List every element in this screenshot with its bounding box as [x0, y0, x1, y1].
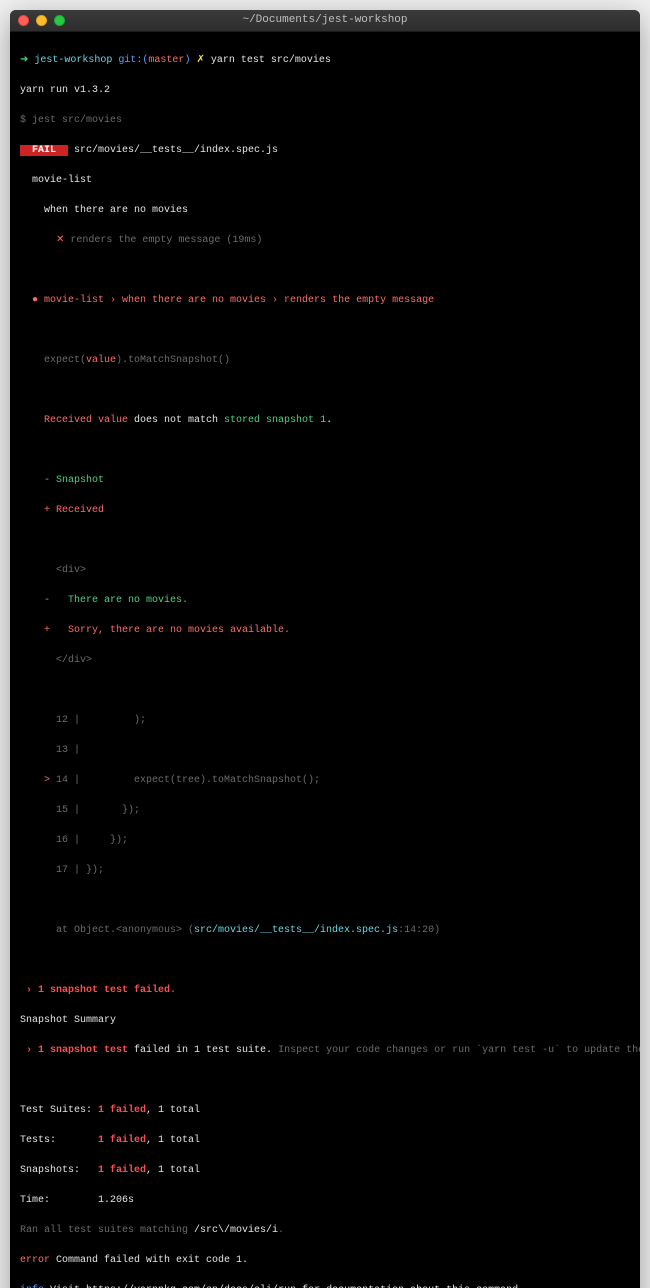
ssb: failed in 1 test suite. — [128, 1045, 278, 1056]
tb: 1 failed — [98, 1135, 146, 1146]
bullet-icon: ● — [20, 295, 44, 306]
titlebar[interactable]: ~/Documents/jest-workshop — [10, 10, 640, 32]
info-line: info Visit https://yarnpkg.com/en/docs/c… — [20, 1283, 630, 1288]
div-open: <div> — [20, 563, 630, 578]
ssc: Inspect your code changes or run `yarn t… — [278, 1045, 640, 1056]
actual-line: + Sorry, there are no movies available. — [20, 623, 630, 638]
sa: Test Suites: — [20, 1105, 98, 1116]
fail-path: src/movies/__tests__/index.spec.js — [68, 145, 278, 156]
received-label: + Received — [20, 503, 630, 518]
snb: 1 failed — [98, 1165, 146, 1176]
code-15: 15 | }); — [20, 803, 630, 818]
recv1: Received value — [20, 415, 128, 426]
blank — [20, 533, 630, 548]
tmb: 1.206s — [98, 1195, 134, 1206]
tma: Time: — [20, 1195, 98, 1206]
blank — [20, 1073, 630, 1088]
terminal-body[interactable]: ➜ jest-workshop git:(master) ✗ yarn test… — [10, 32, 640, 1288]
terminal-window: ~/Documents/jest-workshop ➜ jest-worksho… — [10, 10, 640, 1288]
fail-badge: FAIL — [20, 145, 68, 156]
info-c: https://yarnpkg.com/en/docs/cli/run — [86, 1285, 296, 1288]
failure-header: ● movie-list › when there are no movies … — [20, 293, 630, 308]
git-branch: master — [148, 55, 184, 66]
blank — [20, 383, 630, 398]
snapshot-label: - Snapshot — [20, 473, 630, 488]
code-12: 12 | ); — [20, 713, 630, 728]
ta: Tests: — [20, 1135, 98, 1146]
suite-name: movie-list — [20, 173, 630, 188]
blank — [20, 323, 630, 338]
err-b: Command failed with exit code 1. — [50, 1255, 248, 1266]
expect-1b: value — [86, 355, 116, 366]
sna: Snapshots: — [20, 1165, 98, 1176]
blank — [20, 893, 630, 908]
minimize-icon[interactable] — [36, 15, 47, 26]
err-a: error — [20, 1255, 50, 1266]
blank — [20, 683, 630, 698]
sc: , 1 total — [146, 1105, 200, 1116]
r1: Ran all test suites matching — [20, 1225, 194, 1236]
sb: 1 failed — [98, 1105, 146, 1116]
close-icon[interactable] — [18, 15, 29, 26]
r3: . — [278, 1225, 284, 1236]
div-close: </div> — [20, 653, 630, 668]
failure-path: movie-list › when there are no movies › … — [44, 295, 434, 306]
snc: , 1 total — [146, 1165, 200, 1176]
jest-cmd: $ jest src/movies — [20, 113, 630, 128]
info-b: Visit — [44, 1285, 86, 1288]
info-d: for documentation about this command. — [296, 1285, 524, 1288]
tests: Tests: 1 failed, 1 total — [20, 1133, 630, 1148]
yarn-run: yarn run v1.3.2 — [20, 83, 630, 98]
tc: , 1 total — [146, 1135, 200, 1146]
test-line: ✕ renders the empty message (19ms) — [20, 233, 630, 248]
code-16: 16 | }); — [20, 833, 630, 848]
snap-summary: Snapshot Summary — [20, 1013, 630, 1028]
received-msg: Received value does not match stored sna… — [20, 413, 630, 428]
describe-name: when there are no movies — [20, 203, 630, 218]
error-line: error Command failed with exit code 1. — [20, 1253, 630, 1268]
code-13: 13 | — [20, 743, 630, 758]
test-name: renders the empty message (19ms) — [70, 235, 262, 246]
recv2: does not match — [128, 415, 224, 426]
snap-summary-detail: › 1 snapshot test failed in 1 test suite… — [20, 1043, 630, 1058]
time: Time: 1.206s — [20, 1193, 630, 1208]
r2: /src\/movies/i — [194, 1225, 278, 1236]
arrow-icon: ➜ — [20, 55, 34, 66]
code-17: 17 | }); — [20, 863, 630, 878]
test-suites: Test Suites: 1 failed, 1 total — [20, 1103, 630, 1118]
at2: src/movies/__tests__/index.spec.js — [194, 925, 398, 936]
expected-line: - There are no movies. — [20, 593, 630, 608]
zoom-icon[interactable] — [54, 15, 65, 26]
dirty-icon: ✗ — [190, 55, 210, 66]
code-14b: 14 | expect(tree).toMatchSnapshot(); — [56, 775, 320, 786]
expect-1a: expect( — [20, 355, 86, 366]
expect-line: expect(value).toMatchSnapshot() — [20, 353, 630, 368]
code-14: > 14 | expect(tree).toMatchSnapshot(); — [20, 773, 630, 788]
code-14-arrow: > — [20, 775, 56, 786]
recv4: . — [326, 415, 332, 426]
command: yarn test src/movies — [211, 55, 331, 66]
blank — [20, 953, 630, 968]
x-icon: ✕ — [20, 235, 70, 246]
snapshots: Snapshots: 1 failed, 1 total — [20, 1163, 630, 1178]
traffic-lights — [18, 15, 65, 26]
prompt-line: ➜ jest-workshop git:(master) ✗ yarn test… — [20, 53, 630, 68]
at3: :14:20) — [398, 925, 440, 936]
stack-at: at Object.<anonymous> (src/movies/__test… — [20, 923, 630, 938]
ssa: › 1 snapshot test — [20, 1045, 128, 1056]
fail-line: FAIL src/movies/__tests__/index.spec.js — [20, 143, 630, 158]
blank — [20, 263, 630, 278]
git-open: git:( — [112, 55, 148, 66]
at1: at Object.<anonymous> ( — [20, 925, 194, 936]
ran-line: Ran all test suites matching /src\/movie… — [20, 1223, 630, 1238]
recv3: stored snapshot 1 — [224, 415, 326, 426]
expect-1c: ).toMatchSnapshot() — [116, 355, 230, 366]
window-title: ~/Documents/jest-workshop — [242, 12, 407, 29]
snap-fail: › 1 snapshot test failed. — [20, 983, 630, 998]
prompt-dir: jest-workshop — [34, 55, 112, 66]
blank — [20, 443, 630, 458]
info-a: info — [20, 1285, 44, 1288]
